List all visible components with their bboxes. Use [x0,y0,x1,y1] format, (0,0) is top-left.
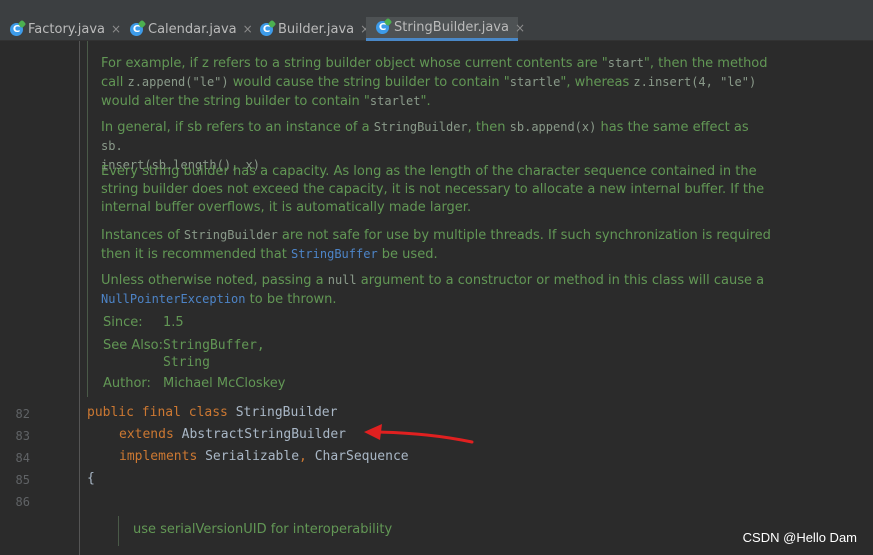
annotation-arrow-icon [364,424,474,444]
watermark: CSDN @Hello Dam [742,530,857,545]
